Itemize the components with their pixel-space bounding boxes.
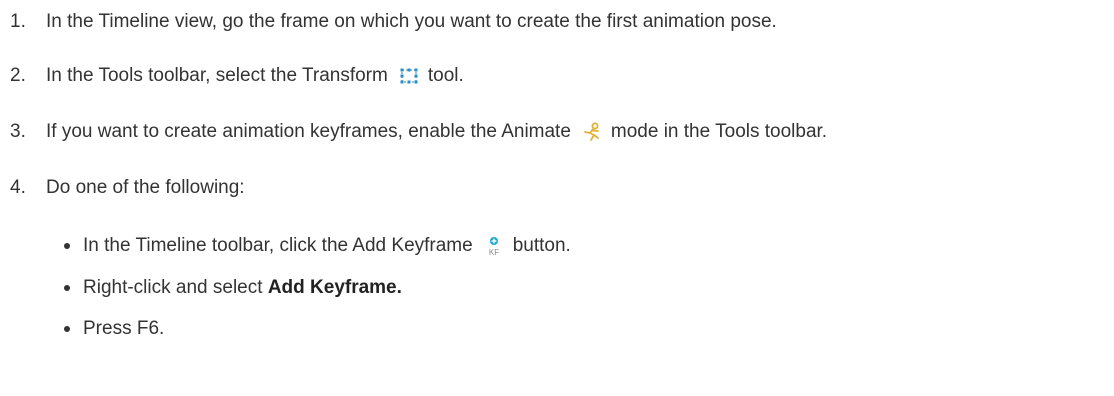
svg-text:KF: KF <box>489 248 499 257</box>
bullet-icon <box>64 285 70 291</box>
step-number: 3. <box>10 121 26 142</box>
add-keyframe-icon: KF <box>483 235 505 257</box>
bullet-icon <box>64 326 70 332</box>
sub-item-1: In the Timeline toolbar, click the Add K… <box>64 234 571 258</box>
step-number: 1. <box>10 11 26 32</box>
sub-item-text-after: button. <box>512 235 571 256</box>
sub-item-text: Press F6. <box>83 318 165 339</box>
sub-item-text-before: In the Timeline toolbar, click the Add K… <box>83 235 473 256</box>
sub-item-text-before: Right-click and select <box>83 277 263 298</box>
sub-item-2: Right-click and select Add Keyframe. <box>64 276 402 300</box>
transform-tool-icon <box>398 65 420 87</box>
step-4: 4. Do one of the following: <box>10 176 245 200</box>
step-text-after: mode in the Tools toolbar. <box>610 121 828 142</box>
step-1: 1. In the Timeline view, go the frame on… <box>10 10 777 34</box>
animate-mode-icon <box>581 121 603 143</box>
bullet-icon <box>64 243 70 249</box>
step-text-before: In the Tools toolbar, select the Transfo… <box>46 65 388 86</box>
step-2: 2. In the Tools toolbar, select the Tran… <box>10 64 464 88</box>
step-text: In the Timeline view, go the frame on wh… <box>46 11 777 32</box>
menu-command-label: Add Keyframe. <box>267 277 402 298</box>
step-text-before: If you want to create animation keyframe… <box>46 121 571 142</box>
step-text: Do one of the following: <box>46 177 245 198</box>
sub-item-3: Press F6. <box>64 317 164 341</box>
step-number: 2. <box>10 65 26 86</box>
step-number: 4. <box>10 177 26 198</box>
step-3: 3. If you want to create animation keyfr… <box>10 120 827 144</box>
step-text-after: tool. <box>427 65 464 86</box>
